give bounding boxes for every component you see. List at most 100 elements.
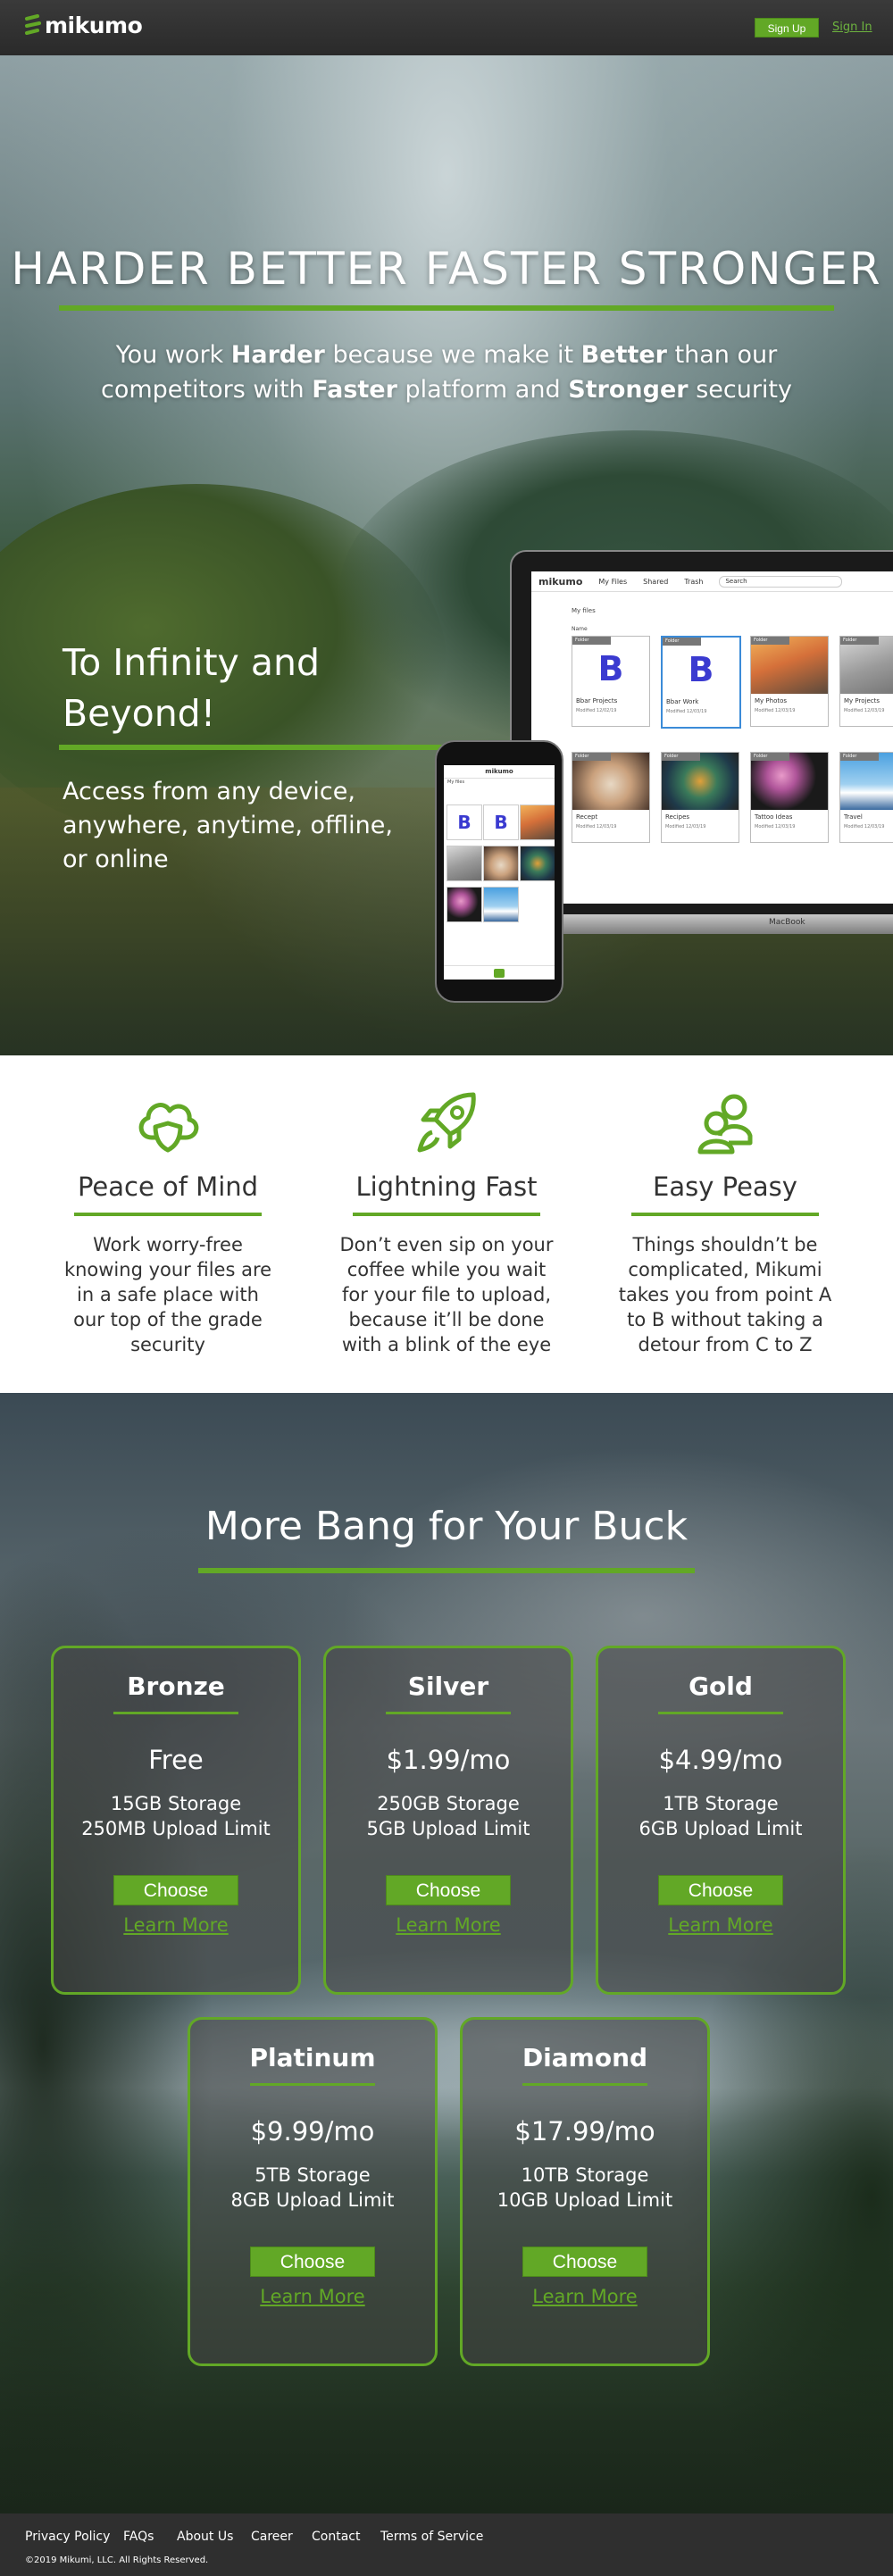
feature-title: Lightning Fast	[355, 1171, 538, 1202]
plan-price: $17.99/mo	[514, 2116, 655, 2147]
file-name: Recept	[576, 813, 598, 821]
hero-heading-underline	[59, 745, 446, 750]
phone-file-thumbnail[interactable]	[483, 846, 519, 881]
hero-subtitle-emphasis: Stronger	[568, 376, 689, 404]
plan-price: $4.99/mo	[658, 1745, 783, 1775]
plan-storage: 1TB Storage	[663, 1793, 779, 1814]
plan-card-platinum: Platinum $9.99/mo 5TB Storage 8GB Upload Li…	[188, 2017, 438, 2366]
choose-plan-button[interactable]: Choose	[658, 1875, 783, 1905]
app-menu-shared[interactable]: Shared	[643, 578, 668, 586]
phone-file-thumbnail[interactable]	[520, 804, 555, 840]
signup-button[interactable]: Sign Up	[755, 18, 819, 38]
plan-features: 15GB Storage 250MB Upload Limit	[54, 1791, 298, 1841]
signin-link[interactable]: Sign In	[832, 21, 872, 34]
feature-underline	[631, 1213, 819, 1216]
file-name: Tattoo Ideas	[755, 813, 793, 821]
plan-name-underline	[522, 2083, 647, 2086]
app-menu-trash[interactable]: Trash	[684, 578, 703, 586]
hero-section: HARDER BETTER FASTER STRONGER You work H…	[0, 55, 893, 1055]
feature-title: Peace of Mind	[77, 1171, 259, 1202]
file-type-tag: Folder	[662, 753, 700, 761]
plan-upload-limit: 8GB Upload Limit	[230, 2189, 395, 2211]
file-thumbnail	[662, 753, 739, 810]
hero-subtitle-emphasis: Faster	[312, 376, 397, 404]
laptop-screen: mikumo My Files Shared Trash Search My f…	[531, 571, 893, 904]
learn-more-link[interactable]: Learn More	[190, 2286, 435, 2307]
file-card[interactable]: Folder My Photos Modified 12/03/19	[750, 636, 829, 727]
app-search-input[interactable]: Search	[719, 575, 843, 588]
choose-plan-button[interactable]: Choose	[250, 2247, 375, 2277]
plan-features: 5TB Storage 8GB Upload Limit	[190, 2163, 435, 2213]
phone-file-thumbnail[interactable]	[446, 887, 482, 922]
footer-link-career[interactable]: Career	[251, 2530, 293, 2544]
folder-logo-icon: B	[663, 638, 739, 695]
plan-storage: 15GB Storage	[110, 1793, 242, 1814]
file-name: My Photos	[755, 697, 788, 704]
hero-subtitle: You work Harder because we make it Bette…	[89, 338, 804, 407]
phone-file-thumbnail[interactable]	[520, 846, 555, 881]
file-card[interactable]: B Folder Bbar Work Modified 12/03/19	[661, 636, 741, 729]
file-meta: Modified 12/03/19	[844, 708, 885, 713]
app-logo: mikumo	[538, 575, 583, 588]
phone-add-button[interactable]	[494, 969, 505, 978]
file-card[interactable]: B Folder Bbar Projects Modified 12/02/19	[572, 636, 650, 727]
footer-link-faqs[interactable]: FAQs	[123, 2530, 154, 2544]
footer-link-contact[interactable]: Contact	[312, 2530, 360, 2544]
brand-logo[interactable]: mikumo	[25, 13, 143, 38]
footer-link-privacy[interactable]: Privacy Policy	[25, 2530, 110, 2544]
plan-name: Bronze	[127, 1671, 225, 1701]
file-card[interactable]: Folder Recept Modified 12/03/19	[572, 752, 650, 843]
plan-storage: 10TB Storage	[521, 2164, 649, 2186]
learn-more-link[interactable]: Learn More	[463, 2286, 707, 2307]
learn-more-link[interactable]: Learn More	[598, 1914, 843, 1936]
phone-file-thumbnail[interactable]: B	[446, 804, 482, 840]
file-name: Travel	[844, 813, 863, 821]
file-card[interactable]: Folder My Projects Modified 12/03/19	[839, 636, 893, 727]
feature-text: Don’t even sip on your coffee while you …	[339, 1234, 554, 1355]
feature-text: Work worry-free knowing your files are i…	[63, 1234, 272, 1355]
plan-features: 250GB Storage 5GB Upload Limit	[326, 1791, 571, 1841]
feature-card: Lightning Fast Don’t even sip on your co…	[339, 1088, 554, 1357]
file-card[interactable]: Folder Recipes Modified 12/03/19	[661, 752, 739, 843]
feature-card: Peace of Mind Work worry-free knowing yo…	[61, 1088, 275, 1357]
plan-features: 1TB Storage 6GB Upload Limit	[598, 1791, 843, 1841]
file-card[interactable]: Folder Travel Modified 12/03/19	[839, 752, 893, 843]
laptop-frame: mikumo My Files Shared Trash Search My f…	[510, 550, 893, 920]
file-card[interactable]: Folder Tattoo Ideas Modified 12/03/19	[750, 752, 829, 843]
file-name: Bbar Projects	[576, 697, 618, 704]
choose-plan-button[interactable]: Choose	[113, 1875, 238, 1905]
top-navbar: mikumo Sign Up Sign In	[0, 0, 893, 55]
feature-title: Easy Peasy	[653, 1171, 797, 1202]
phone-file-thumbnail[interactable]	[483, 887, 519, 922]
file-thumbnail	[751, 753, 828, 810]
file-type-tag: Folder	[663, 638, 701, 646]
plan-name: Gold	[689, 1671, 753, 1701]
choose-plan-button[interactable]: Choose	[522, 2247, 647, 2277]
footer-link-about[interactable]: About Us	[177, 2530, 233, 2544]
phone-file-thumbnail[interactable]: B	[483, 804, 519, 840]
app-sort-dropdown[interactable]: Name	[572, 626, 588, 632]
footer: Privacy Policy FAQs About Us Career Cont…	[0, 2513, 893, 2576]
plan-price: $1.99/mo	[386, 1745, 511, 1775]
plan-upload-limit: 10GB Upload Limit	[497, 2189, 673, 2211]
phone-file-thumbnail[interactable]	[446, 846, 482, 881]
phone-screen: mikumo My files BB	[444, 765, 555, 980]
learn-more-link[interactable]: Learn More	[54, 1914, 298, 1936]
file-thumbnail	[572, 753, 649, 810]
plan-name-underline	[113, 1712, 238, 1714]
learn-more-link[interactable]: Learn More	[326, 1914, 571, 1936]
plan-upload-limit: 250MB Upload Limit	[81, 1818, 271, 1839]
choose-plan-button[interactable]: Choose	[386, 1875, 511, 1905]
plan-name-underline	[250, 2083, 375, 2086]
app-breadcrumb: My files	[572, 607, 596, 614]
footer-link-terms[interactable]: Terms of Service	[380, 2530, 483, 2544]
file-thumbnail	[840, 753, 893, 810]
hero-title: HARDER BETTER FASTER STRONGER	[11, 243, 882, 295]
feature-text: Things shouldn’t be complicated, Mikumi …	[618, 1234, 832, 1355]
logo-mark-icon	[25, 13, 41, 35]
plan-storage: 250GB Storage	[377, 1793, 520, 1814]
file-type-tag: Folder	[840, 637, 879, 645]
phone-breadcrumb: My files	[447, 779, 465, 785]
app-menu-myfiles[interactable]: My Files	[598, 578, 627, 586]
plan-name: Platinum	[249, 2043, 376, 2072]
